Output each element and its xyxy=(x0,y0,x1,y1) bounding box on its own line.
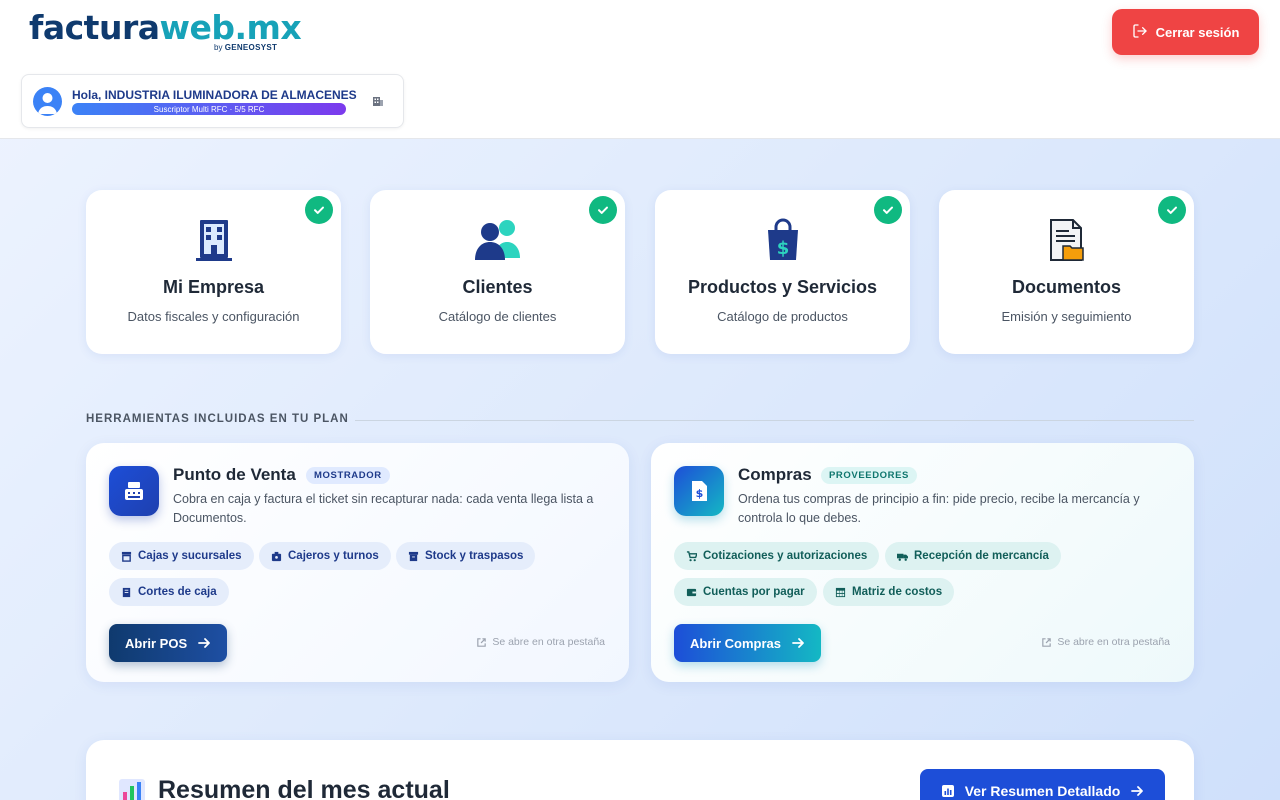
module-subtitle: Catálogo de clientes xyxy=(438,309,557,324)
tool-description: Cobra en caja y factura el ticket sin re… xyxy=(173,492,594,525)
button-label: Abrir POS xyxy=(125,635,188,651)
tool-card-pos: Punto de Venta MOSTRADOR Cobra en caja y… xyxy=(86,443,629,682)
invoice-dollar-icon: $ xyxy=(674,466,724,516)
section-heading: HERRAMIENTAS INCLUIDAS EN TU PLAN xyxy=(86,413,349,425)
module-card-documentos[interactable]: Documentos Emisión y seguimiento xyxy=(939,190,1194,354)
document-folder-icon xyxy=(939,218,1194,262)
greeting-text: Hola, INDUSTRIA ILUMINADORA DE ALMACENES xyxy=(72,88,357,102)
new-tab-note: Se abre en otra pestaña xyxy=(1041,636,1170,648)
chip-label: Cajeros y turnos xyxy=(288,550,379,562)
cash-register-icon xyxy=(109,466,159,516)
chip-label: Cuentas por pagar xyxy=(703,586,805,598)
user-card: Hola, INDUSTRIA ILUMINADORA DE ALMACENES… xyxy=(21,74,404,128)
note-text: Se abre en otra pestaña xyxy=(492,636,605,648)
view-detailed-summary-button[interactable]: Ver Resumen Detallado xyxy=(920,769,1165,800)
tool-title: Punto de Venta xyxy=(173,465,296,484)
module-title: Documentos xyxy=(1011,277,1121,297)
tool-tag: MOSTRADOR xyxy=(306,467,390,484)
module-card-productos[interactable]: $ Productos y Servicios Catálogo de prod… xyxy=(655,190,910,354)
module-card-clientes[interactable]: Clientes Catálogo de clientes xyxy=(370,190,625,354)
wallet-icon xyxy=(686,588,697,596)
chip-label: Cajas y sucursales xyxy=(138,550,242,562)
logout-label: Cerrar sesión xyxy=(1155,24,1240,40)
feature-chip: Cortes de caja xyxy=(109,578,229,606)
button-label: Ver Resumen Detallado xyxy=(964,783,1121,799)
external-link-icon xyxy=(1042,637,1052,647)
svg-text:$: $ xyxy=(776,238,789,259)
logout-button[interactable]: Cerrar sesión xyxy=(1112,9,1259,55)
chart-icon xyxy=(941,785,954,797)
new-tab-note: Se abre en otra pestaña xyxy=(476,636,605,648)
feature-chip: Matriz de costos xyxy=(823,578,955,606)
feature-chip: Cajas y sucursales xyxy=(109,542,254,570)
logo-byline: by GENEOSYST xyxy=(214,43,277,52)
logo-by-brand: GENEOSYST xyxy=(224,43,278,52)
tool-card-compras: $ Compras PROVEEDORES Ordena tus compras… xyxy=(651,443,1194,682)
chip-label: Recepción de mercancía xyxy=(914,550,1049,562)
logo-by-text: by xyxy=(214,43,223,52)
feature-chip: Cajeros y turnos xyxy=(259,542,391,570)
table-icon xyxy=(835,587,846,597)
chip-label: Cortes de caja xyxy=(138,586,217,598)
summary-title: Resumen del mes actual xyxy=(158,776,450,800)
open-pos-button[interactable]: Abrir POS xyxy=(109,624,228,662)
box-icon xyxy=(408,551,419,561)
svg-text:$: $ xyxy=(696,487,704,500)
shopping-bag-icon: $ xyxy=(655,218,910,262)
cart-icon xyxy=(686,550,697,561)
company-switch-icon[interactable] xyxy=(372,95,384,110)
feature-chip: Cuentas por pagar xyxy=(674,578,817,606)
bar-chart-icon xyxy=(118,778,146,800)
feature-chip: Stock y traspasos xyxy=(396,542,536,570)
module-subtitle: Emisión y seguimiento xyxy=(1001,309,1132,324)
module-title: Mi Empresa xyxy=(162,277,265,297)
chip-label: Cotizaciones y autorizaciones xyxy=(703,550,868,562)
id-badge-icon xyxy=(271,551,282,561)
tool-tag: PROVEEDORES xyxy=(821,467,917,484)
arrow-right-icon xyxy=(1131,786,1144,796)
button-label: Abrir Compras xyxy=(690,635,782,651)
logo-text-secondary: web.mx xyxy=(159,8,302,47)
monthly-summary-card: Resumen del mes actual Ver Resumen Detal… xyxy=(86,740,1194,800)
module-title: Clientes xyxy=(462,277,533,297)
store-icon xyxy=(121,551,132,562)
avatar xyxy=(33,87,62,116)
note-text: Se abre en otra pestaña xyxy=(1057,636,1170,648)
module-subtitle: Catálogo de productos xyxy=(717,309,848,324)
feature-chip: Cotizaciones y autorizaciones xyxy=(674,542,880,570)
module-subtitle: Datos fiscales y configuración xyxy=(127,309,300,324)
receipt-icon xyxy=(122,587,131,597)
chip-label: Stock y traspasos xyxy=(425,550,524,562)
open-compras-button[interactable]: Abrir Compras xyxy=(674,624,822,662)
plan-label: Suscriptor Multi RFC · 5/5 RFC xyxy=(153,104,265,114)
user-icon xyxy=(38,93,57,114)
external-link-icon xyxy=(477,637,487,647)
logout-icon xyxy=(1132,23,1148,42)
building-icon xyxy=(86,218,341,262)
tool-description: Ordena tus compras de principio a fin: p… xyxy=(738,492,1140,525)
top-bar: facturaweb.mx by GENEOSYST Cerrar sesión… xyxy=(0,0,1280,139)
chip-label: Matriz de costos xyxy=(852,586,943,598)
logo-text-primary: factura xyxy=(29,8,160,47)
tool-title: Compras xyxy=(738,465,812,484)
module-title: Productos y Servicios xyxy=(687,277,878,297)
feature-chip: Recepción de mercancía xyxy=(885,542,1061,570)
arrow-right-icon xyxy=(198,638,211,648)
section-divider xyxy=(355,420,1194,421)
users-icon xyxy=(370,218,625,262)
truck-icon xyxy=(897,553,908,561)
plan-badge: Suscriptor Multi RFC · 5/5 RFC xyxy=(72,103,346,115)
module-card-mi-empresa[interactable]: Mi Empresa Datos fiscales y configuració… xyxy=(86,190,341,354)
arrow-right-icon xyxy=(792,638,804,648)
logo[interactable]: facturaweb.mx by GENEOSYST xyxy=(29,8,302,53)
